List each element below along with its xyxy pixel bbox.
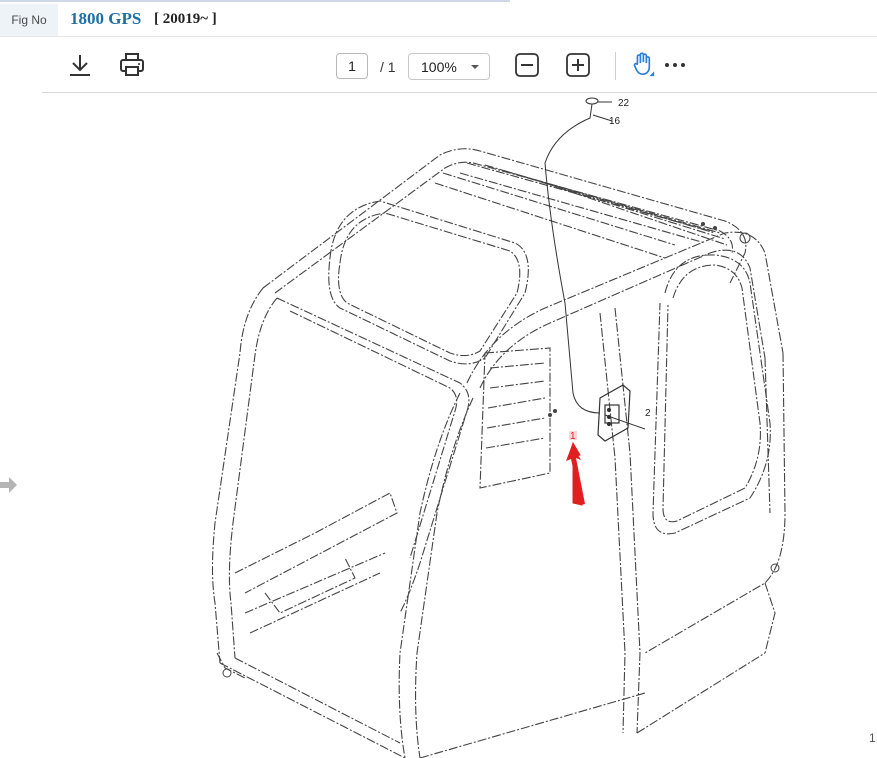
cab-outline (211, 148, 786, 758)
figure-serial-range: [ 20019~ ] (154, 11, 217, 27)
page-total-label: / 1 (380, 59, 396, 75)
arrow-right-icon[interactable] (0, 474, 18, 496)
cab-parts-drawing: 22 16 2 1 (211, 97, 786, 758)
callout-16: 16 (609, 116, 621, 127)
fig-no-tab[interactable]: Fig No (0, 4, 58, 36)
zoom-out-icon[interactable] (514, 52, 540, 78)
pdf-toolbar: / 1 100% (42, 37, 877, 93)
page-number-input[interactable] (336, 53, 368, 79)
callout-22: 22 (618, 98, 630, 109)
print-icon[interactable] (119, 52, 145, 78)
figure-title: 1800 GPS (70, 9, 142, 28)
gps-module (597, 384, 631, 442)
zoom-value: 100% (421, 58, 457, 75)
zoom-in-icon[interactable] (565, 52, 591, 78)
gps-antenna-wire (544, 97, 646, 430)
more-icon[interactable] (662, 52, 688, 78)
callout-2: 2 (645, 408, 651, 419)
download-icon[interactable] (67, 52, 93, 78)
page-number-indicator: 1 (869, 731, 876, 745)
chevron-down-icon (471, 65, 479, 69)
header-accent-line (0, 0, 510, 2)
zoom-select[interactable]: 100% (408, 53, 490, 80)
cab-details (222, 222, 780, 678)
callout-1: 1 (570, 431, 576, 442)
header-bar: Fig No 1800 GPS [ 20019~ ] (0, 0, 877, 37)
hand-tool-icon[interactable] (630, 51, 656, 77)
toolbar-divider (615, 52, 616, 80)
